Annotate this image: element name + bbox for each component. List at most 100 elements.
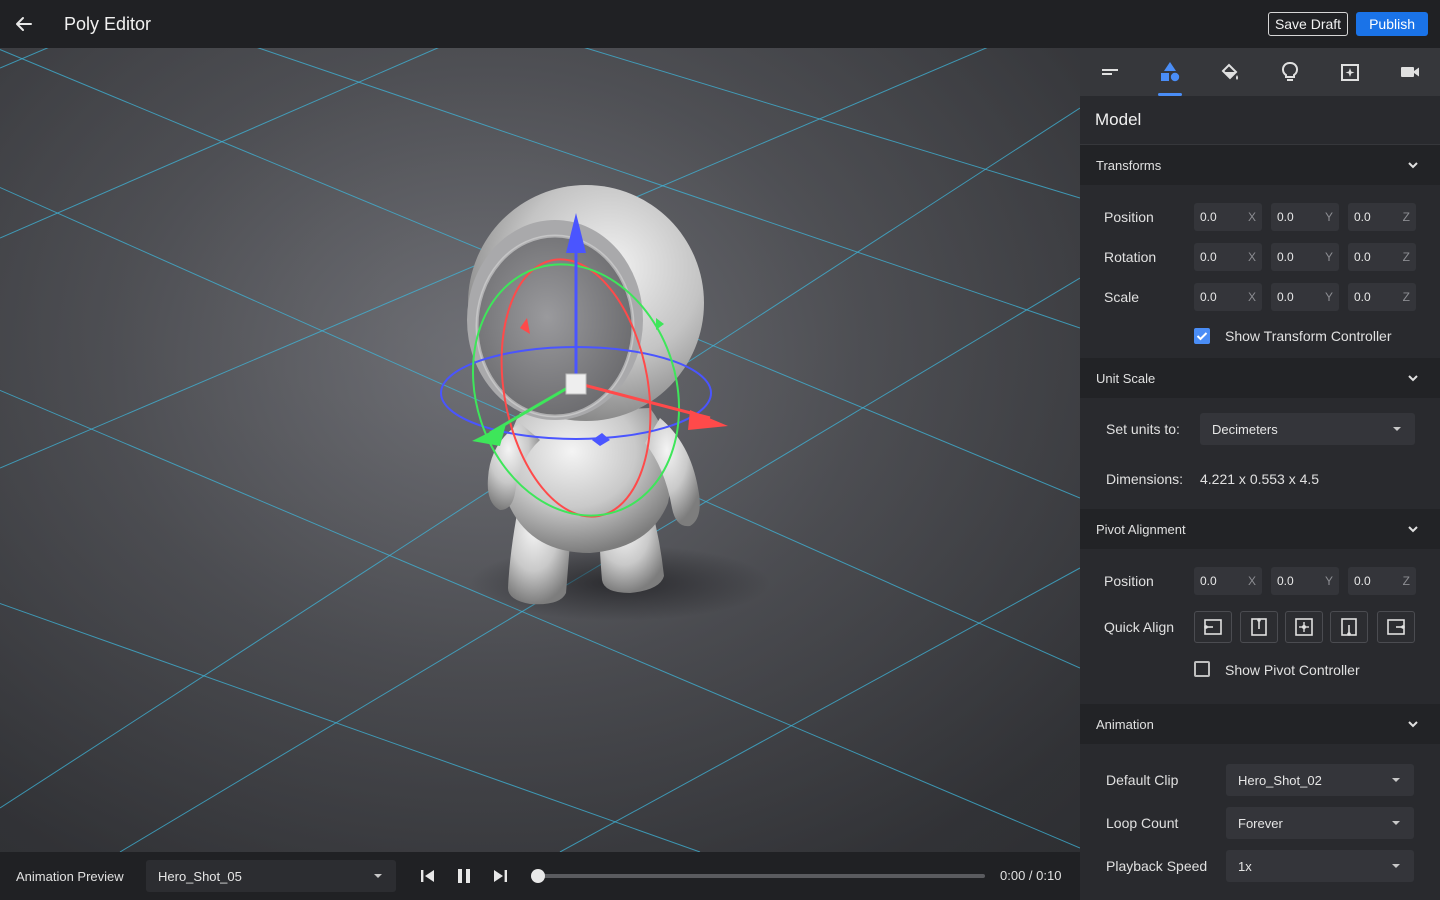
dimensions-label: Dimensions:	[1106, 471, 1184, 487]
preview-clip-value: Hero_Shot_05	[158, 868, 242, 884]
time-display: 0:00 / 0:10	[1000, 868, 1062, 883]
pivot-x-input[interactable]: 0.0 X	[1194, 567, 1262, 595]
scale-x-input[interactable]: 0.0 X	[1194, 283, 1262, 311]
loop-count-label: Loop Count	[1106, 815, 1179, 831]
dimensions-value: 4.221 x 0.553 x 4.5	[1200, 471, 1320, 487]
align-top-icon	[1251, 618, 1267, 636]
section-unit-scale-body: Set units to: Decimeters Dimensions: 4.2…	[1080, 398, 1440, 509]
save-draft-button[interactable]: Save Draft	[1267, 12, 1349, 36]
checkmark-icon	[1196, 332, 1208, 341]
align-right-button[interactable]	[1377, 611, 1415, 643]
tab-model[interactable]	[1140, 48, 1200, 96]
section-pivot-body: Position 0.0 X 0.0 Y 0.0 Z Quick Align Show…	[1080, 549, 1440, 704]
scale-label: Scale	[1104, 289, 1140, 305]
preview-clip-select[interactable]: Hero_Shot_05	[146, 860, 396, 892]
align-top-button[interactable]	[1240, 611, 1278, 643]
show-pivot-controller-label: Show Pivot Controller	[1225, 662, 1360, 678]
timeline-scrubber[interactable]	[538, 874, 985, 878]
position-x-input[interactable]: 0.0 X	[1194, 203, 1262, 231]
pivot-position-label: Position	[1104, 573, 1154, 589]
section-title: Transforms	[1096, 157, 1162, 173]
rotation-z-input[interactable]: 0.0 Z	[1348, 243, 1416, 271]
align-left-button[interactable]	[1194, 611, 1232, 643]
arrow-left-icon	[16, 17, 32, 31]
pause-icon	[458, 869, 470, 883]
section-unit-scale-header[interactable]: Unit Scale	[1080, 358, 1440, 398]
rotation-y-input[interactable]: 0.0 Y	[1271, 243, 1339, 271]
rotation-x-input[interactable]: 0.0 X	[1194, 243, 1262, 271]
quick-align-label: Quick Align	[1104, 619, 1175, 635]
animation-preview-label: Animation Preview	[16, 868, 124, 884]
caret-down-icon	[1392, 821, 1400, 825]
skip-previous-button[interactable]	[418, 866, 438, 886]
top-bar: Poly Editor Save Draft Publish	[0, 0, 1440, 48]
section-animation-body: Default Clip Hero_Shot_02 Loop Count For…	[1080, 744, 1440, 900]
shapes-icon	[1161, 62, 1180, 82]
playback-speed-select[interactable]: 1x	[1226, 850, 1414, 882]
caret-down-icon	[1392, 778, 1400, 782]
section-transforms-body: Position 0.0 X 0.0 Y 0.0 Z Rotation 0.0 X 0.…	[1080, 185, 1440, 358]
image-sparkle-icon	[1341, 64, 1359, 81]
lightbulb-icon	[1281, 62, 1299, 81]
position-y-input[interactable]: 0.0 Y	[1271, 203, 1339, 231]
properties-panel: Model Transforms Position 0.0 X 0.0 Y 0.0 Z…	[1080, 48, 1440, 900]
section-title: Animation	[1096, 716, 1154, 732]
scale-z-input[interactable]: 0.0 Z	[1348, 283, 1416, 311]
text-align-icon	[1102, 69, 1118, 75]
units-value: Decimeters	[1212, 421, 1278, 437]
chevron-down-icon	[1408, 162, 1418, 169]
chevron-down-icon	[1408, 721, 1418, 728]
units-select[interactable]: Decimeters	[1200, 413, 1415, 445]
skip-next-icon	[494, 870, 507, 882]
app-title: Poly Editor	[64, 13, 152, 34]
playback-speed-label: Playback Speed	[1106, 858, 1208, 874]
show-transform-controller-checkbox[interactable]	[1194, 328, 1210, 344]
video-camera-icon	[1401, 67, 1419, 77]
scale-y-input[interactable]: 0.0 Y	[1271, 283, 1339, 311]
align-center-icon	[1295, 618, 1313, 636]
section-title: Pivot Alignment	[1096, 521, 1186, 537]
section-pivot-header[interactable]: Pivot Alignment	[1080, 509, 1440, 549]
panel-tabs	[1080, 48, 1440, 96]
chevron-down-icon	[1408, 375, 1418, 382]
tab-environment[interactable]	[1320, 48, 1380, 96]
default-clip-value: Hero_Shot_02	[1238, 772, 1322, 788]
playback-speed-value: 1x	[1238, 858, 1252, 874]
default-clip-select[interactable]: Hero_Shot_02	[1226, 764, 1414, 796]
align-center-button[interactable]	[1285, 611, 1323, 643]
skip-previous-icon	[421, 870, 434, 882]
publish-button[interactable]: Publish	[1356, 12, 1428, 36]
section-animation-header[interactable]: Animation	[1080, 704, 1440, 744]
back-button[interactable]	[0, 0, 48, 48]
show-pivot-controller-checkbox[interactable]	[1194, 661, 1210, 677]
section-title: Unit Scale	[1096, 370, 1156, 386]
caret-down-icon	[1393, 427, 1401, 431]
scrubber-handle[interactable]	[531, 869, 545, 883]
align-right-icon	[1387, 619, 1405, 635]
pause-button[interactable]	[454, 866, 474, 886]
pivot-y-input[interactable]: 0.0 Y	[1271, 567, 1339, 595]
caret-down-icon	[1392, 864, 1400, 868]
default-clip-label: Default Clip	[1106, 772, 1179, 788]
align-left-icon	[1204, 619, 1222, 635]
loop-count-value: Forever	[1238, 815, 1283, 831]
skip-next-button[interactable]	[490, 866, 510, 886]
3d-viewport[interactable]	[0, 48, 1080, 852]
align-bottom-button[interactable]	[1330, 611, 1368, 643]
show-transform-controller-label: Show Transform Controller	[1225, 328, 1392, 344]
viewport-scene	[0, 48, 1080, 852]
tab-materials[interactable]	[1200, 48, 1260, 96]
tab-text[interactable]	[1080, 48, 1140, 96]
align-bottom-icon	[1341, 618, 1357, 636]
caret-down-icon	[374, 874, 382, 878]
set-units-label: Set units to:	[1106, 421, 1180, 437]
position-label: Position	[1104, 209, 1154, 225]
section-transforms-header[interactable]: Transforms	[1080, 145, 1440, 185]
panel-title: Model	[1080, 96, 1440, 145]
tab-lighting[interactable]	[1260, 48, 1320, 96]
position-z-input[interactable]: 0.0 Z	[1348, 203, 1416, 231]
tab-camera[interactable]	[1380, 48, 1440, 96]
rotation-label: Rotation	[1104, 249, 1157, 265]
pivot-z-input[interactable]: 0.0 Z	[1348, 567, 1416, 595]
loop-count-select[interactable]: Forever	[1226, 807, 1414, 839]
